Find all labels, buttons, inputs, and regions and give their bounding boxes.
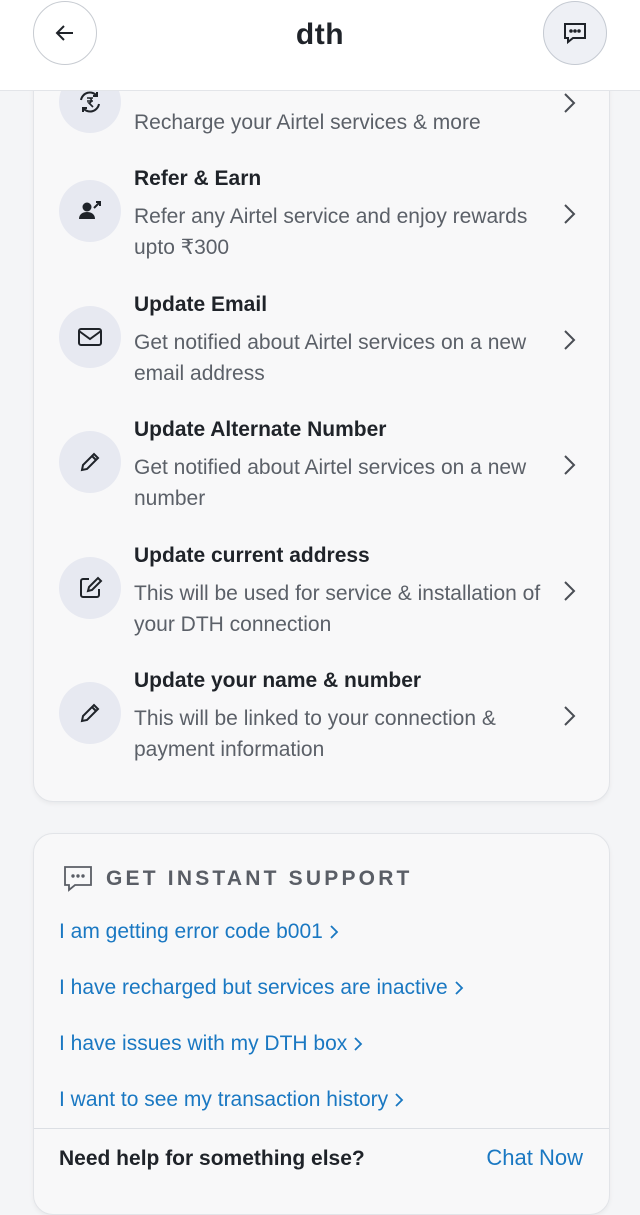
refer-user-icon — [59, 180, 121, 242]
help-text: Need help for something else? — [59, 1147, 365, 1170]
support-link-label: I have issues with my DTH box — [59, 1032, 348, 1055]
menu-item-title: Update Email — [134, 293, 268, 316]
support-header: GET INSTANT SUPPORT — [62, 864, 413, 894]
instant-support-card: GET INSTANT SUPPORT I am getting error c… — [33, 833, 610, 1215]
chat-bubble-icon — [64, 866, 92, 892]
chevron-right-icon — [455, 981, 463, 996]
chat-now-link[interactable]: Chat Now — [486, 1145, 583, 1171]
support-link-dth-box[interactable]: I have issues with my DTH box — [59, 1032, 363, 1056]
chevron-right-icon — [564, 706, 576, 726]
support-link-transaction-history[interactable]: I want to see my transaction history — [59, 1088, 404, 1112]
app-header: dth — [0, 0, 640, 91]
menu-item-subtitle: This will be linked to your connection &… — [134, 707, 496, 761]
menu-item-subtitle: Refer any Airtel service and enjoy rewar… — [134, 205, 528, 259]
menu-item-title: Refer & Earn — [134, 167, 262, 190]
chevron-right-icon — [564, 204, 576, 224]
mail-icon — [59, 306, 121, 368]
support-link-label: I want to see my transaction history — [59, 1088, 389, 1111]
divider — [34, 1128, 609, 1129]
chevron-right-icon — [395, 1093, 404, 1108]
account-options-card: Recharge your Airtel services & more Ref… — [33, 40, 610, 802]
support-link-label: I am getting error code b001 — [59, 920, 323, 943]
chevron-right-icon — [564, 581, 576, 601]
menu-item-title: Update Alternate Number — [134, 418, 387, 441]
chat-button[interactable] — [543, 1, 607, 65]
support-title: GET INSTANT SUPPORT — [106, 867, 413, 890]
chevron-right-icon — [330, 925, 339, 940]
support-link-error-code[interactable]: I am getting error code b001 — [59, 920, 339, 944]
edit-square-icon — [59, 557, 121, 619]
chevron-right-icon — [564, 93, 576, 113]
menu-item-subtitle: Get notified about Airtel services on a … — [134, 331, 527, 385]
chevron-right-icon — [564, 330, 576, 350]
menu-item-subtitle: This will be used for service & installa… — [134, 582, 541, 636]
menu-item-subtitle: Recharge your Airtel services & more — [134, 111, 481, 134]
chevron-right-icon — [354, 1037, 363, 1052]
pencil-icon — [59, 682, 121, 744]
chevron-right-icon — [564, 455, 576, 475]
menu-item-title: Update current address — [134, 544, 370, 567]
menu-item-subtitle: Get notified about Airtel services on a … — [134, 456, 527, 510]
menu-item-title: Update your name & number — [134, 669, 422, 692]
chat-bubble-icon — [564, 23, 586, 45]
pencil-icon — [59, 431, 121, 493]
support-link-label: I have recharged but services are inacti… — [59, 976, 448, 999]
support-link-recharged-inactive[interactable]: I have recharged but services are inacti… — [59, 976, 464, 1000]
